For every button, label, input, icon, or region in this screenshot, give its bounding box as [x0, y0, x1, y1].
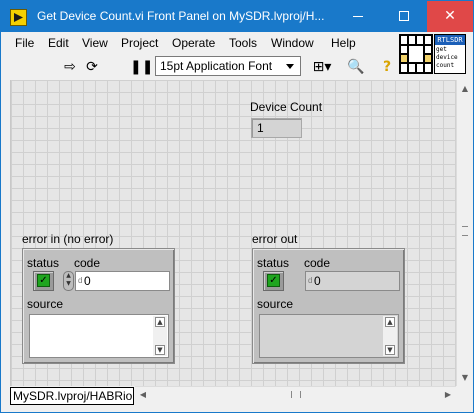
- front-panel-canvas[interactable]: Device Count 1 error in (no error) statu…: [10, 80, 456, 386]
- menu-file[interactable]: File: [15, 36, 34, 50]
- error-in-source-input[interactable]: ▲ ▼: [29, 314, 169, 358]
- chevron-down-icon: [286, 64, 294, 69]
- pause-icon[interactable]: ❚❚: [130, 58, 153, 76]
- error-in-label: error in (no error): [22, 232, 114, 246]
- align-objects-icon[interactable]: ⊞▾: [309, 58, 335, 76]
- connector-terminal-error-out: [424, 54, 432, 63]
- error-out-source-indicator: ▲ ▼: [259, 314, 399, 358]
- scroll-up-icon[interactable]: ▲: [385, 317, 395, 327]
- error-in-code-value: 0: [84, 274, 91, 288]
- close-icon: ✕: [444, 8, 456, 24]
- connector-terminal: [416, 63, 424, 73]
- error-out-source-scrollbar[interactable]: ▲ ▼: [383, 316, 397, 356]
- error-out-source-label: source: [257, 297, 294, 311]
- font-select[interactable]: 15pt Application Font: [155, 56, 301, 76]
- menu-edit[interactable]: Edit: [48, 36, 69, 50]
- horizontal-scrollbar[interactable]: ◀ ▶: [135, 386, 456, 403]
- error-out-code-label: code: [304, 256, 331, 270]
- run-arrow-icon[interactable]: ⇨: [61, 58, 79, 76]
- labview-vi-icon: [10, 9, 27, 26]
- menu-tools[interactable]: Tools: [229, 36, 257, 50]
- scroll-up-icon[interactable]: ▲: [457, 80, 473, 97]
- vi-icon-text: get device count: [436, 46, 458, 69]
- vertical-scrollbar[interactable]: ▲ ▼: [456, 80, 473, 386]
- scroll-grip-icon[interactable]: [462, 226, 468, 236]
- close-button[interactable]: ✕: [427, 1, 473, 32]
- connector-terminal: [424, 35, 432, 45]
- connector-terminal: [400, 45, 408, 54]
- device-count-indicator[interactable]: 1: [251, 118, 302, 138]
- title-bar[interactable]: Get Device Count.vi Front Panel on MySDR…: [1, 1, 473, 32]
- error-in-code-stepper[interactable]: ▲ ▼: [63, 271, 74, 291]
- error-in-status-checkbox[interactable]: ✓: [33, 271, 54, 291]
- scroll-right-icon[interactable]: ▶: [440, 387, 456, 403]
- error-out-cluster[interactable]: status code ✓ d0 source ▲ ▼: [252, 248, 405, 364]
- menu-bar: File Edit View Project Operate Tools Win…: [1, 32, 399, 54]
- scroll-down-icon[interactable]: ▼: [155, 345, 165, 355]
- project-context-field[interactable]: MySDR.lvproj/HABRio: [10, 387, 134, 405]
- scroll-down-icon[interactable]: ▼: [385, 345, 395, 355]
- maximize-icon: [399, 11, 409, 21]
- error-in-source-label: source: [27, 297, 64, 311]
- error-out-code-indicator: d0: [305, 271, 400, 291]
- connector-terminal: [400, 35, 408, 45]
- menu-window[interactable]: Window: [271, 36, 314, 50]
- maximize-button[interactable]: [381, 1, 427, 32]
- error-in-code-input[interactable]: d0: [75, 271, 170, 291]
- error-in-source-scrollbar[interactable]: ▲ ▼: [153, 316, 167, 356]
- connector-terminal: [424, 45, 432, 54]
- vi-icon-header: RTLSDR: [435, 35, 465, 45]
- labview-front-panel-window: Get Device Count.vi Front Panel on MySDR…: [0, 0, 474, 413]
- menu-view[interactable]: View: [82, 36, 108, 50]
- error-out-label: error out: [252, 232, 298, 246]
- error-in-code-label: code: [74, 256, 101, 270]
- connector-terminal-error-in: [400, 54, 408, 63]
- scroll-up-icon[interactable]: ▲: [155, 317, 165, 327]
- scroll-down-icon[interactable]: ▼: [457, 369, 473, 386]
- menu-project[interactable]: Project: [121, 36, 158, 50]
- menu-operate[interactable]: Operate: [172, 36, 215, 50]
- window-title: Get Device Count.vi Front Panel on MySDR…: [37, 9, 325, 23]
- menu-help[interactable]: Help: [331, 36, 356, 50]
- connector-terminal: [400, 63, 408, 73]
- scroll-left-icon[interactable]: ◀: [135, 387, 151, 403]
- connector-terminal: [416, 35, 424, 45]
- error-out-status-label: status: [257, 256, 290, 270]
- connector-terminal: [408, 35, 416, 45]
- scroll-grip-icon[interactable]: [291, 391, 301, 398]
- connector-terminal: [424, 63, 432, 73]
- device-count-label: Device Count: [250, 100, 323, 114]
- connector-terminal: [408, 63, 416, 73]
- search-icon[interactable]: 🔍: [347, 58, 365, 76]
- context-help-icon[interactable]: ?: [378, 58, 396, 76]
- minimize-button[interactable]: [335, 1, 381, 32]
- toolbar: ⇨ ⟳ ❚❚ 15pt Application Font ⊞▾ 🔍 ?: [1, 54, 399, 79]
- font-select-value: 15pt Application Font: [160, 59, 273, 73]
- check-icon: ✓: [37, 274, 50, 287]
- scrollbar-corner: [456, 386, 473, 403]
- connector-terminal: [408, 45, 424, 63]
- error-out-status-indicator: ✓: [263, 271, 284, 291]
- error-in-status-label: status: [27, 256, 60, 270]
- error-out-code-value: 0: [314, 274, 321, 288]
- error-in-cluster[interactable]: status code ✓ ▲ ▼ d0 source ▲ ▼: [22, 248, 175, 364]
- check-icon: ✓: [267, 274, 280, 287]
- connector-pane[interactable]: [399, 34, 433, 74]
- run-continuously-icon[interactable]: ⟳: [83, 58, 101, 76]
- vi-icon[interactable]: RTLSDR get device count: [434, 34, 466, 74]
- minimize-icon: [353, 15, 363, 17]
